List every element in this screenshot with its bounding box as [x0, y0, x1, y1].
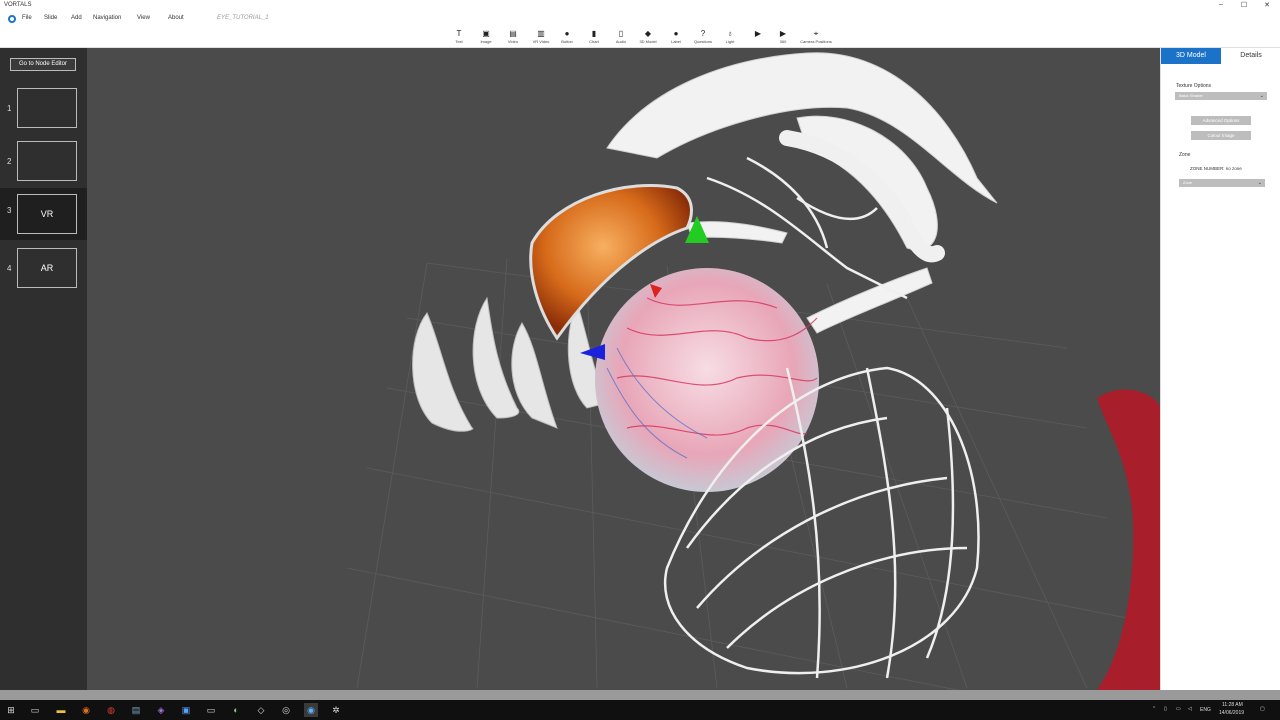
zone-select[interactable]: Zone ⌄: [1179, 179, 1265, 187]
taskbar: ⊞ ▭ ▬ ◉ ◍ ▤ ◈ ▣ ▭ ◐ ◇ ◎ ◉ ✲ ⌃ ▯ ▭ ◁ ENG …: [0, 700, 1280, 720]
menu-view[interactable]: View: [137, 15, 150, 21]
slide-number: 2: [7, 157, 12, 166]
notification-icon[interactable]: ▢: [1260, 706, 1265, 712]
tool-chart[interactable]: ▮ Chart: [581, 29, 607, 49]
vortals-taskbar-icon[interactable]: ◉: [304, 703, 318, 717]
youtube-360-icon: ▶: [779, 29, 787, 38]
eyeball-sphere: [595, 268, 819, 492]
steam-icon[interactable]: ◎: [279, 703, 293, 717]
tool-camera-positions[interactable]: ⌖ Camera Positions: [800, 29, 832, 49]
slide-number: 3: [7, 206, 12, 215]
texture-options-label: Texture Options: [1176, 83, 1212, 89]
visual-studio-icon[interactable]: ◈: [154, 703, 168, 717]
slide-number: 4: [7, 264, 12, 273]
3d-viewport[interactable]: [87, 48, 1160, 690]
tool-3d-model[interactable]: ◆ 3D Model: [635, 29, 661, 49]
tool-text[interactable]: T Text: [446, 29, 472, 49]
menu-about[interactable]: About: [168, 15, 184, 21]
slide-thumbnail[interactable]: VR: [17, 194, 77, 234]
tool-youtube[interactable]: ▶: [745, 29, 771, 49]
slide-thumbnail[interactable]: [17, 141, 77, 181]
texture-select[interactable]: Basic Shader ⌄: [1175, 92, 1267, 100]
network-icon[interactable]: ▭: [1176, 706, 1181, 712]
image-icon: ▣: [482, 29, 490, 38]
tool-label[interactable]: ● Label: [663, 29, 689, 49]
photoshop-icon[interactable]: ▣: [179, 703, 193, 717]
red-muscle: [1097, 389, 1160, 690]
menu-toolbar: File Slide Add Navigation View About EYE…: [0, 12, 1280, 48]
tool-video[interactable]: ▤ Video: [500, 29, 526, 49]
camera-positions-icon: ⌖: [813, 29, 819, 38]
slide-thumbnail[interactable]: AR: [17, 248, 77, 288]
slide-thumbnail[interactable]: [17, 88, 77, 128]
blender-icon[interactable]: ◉: [79, 703, 93, 717]
menu-slide[interactable]: Slide: [44, 15, 57, 21]
app-title: VORTALS: [4, 2, 32, 8]
windows-start-icon[interactable]: ⊞: [4, 703, 18, 717]
tab-3d-model[interactable]: 3D Model: [1161, 48, 1221, 64]
app-logo-icon: [8, 15, 16, 23]
label-icon: ●: [673, 29, 679, 38]
audio-icon: ▯: [618, 29, 624, 38]
android-studio-icon[interactable]: ◐: [229, 703, 243, 717]
menu-file[interactable]: File: [22, 15, 32, 21]
language-indicator[interactable]: ENG: [1200, 707, 1211, 713]
light-icon: ♁: [727, 29, 733, 38]
eye-model-scene: [346, 52, 1160, 690]
zone-number-text: ZONE NUMBER: no zone: [1190, 166, 1242, 171]
document-name: EYE_TUTORIAL_1: [217, 15, 269, 21]
tool-audio[interactable]: ▯ Audio: [608, 29, 634, 49]
tool-light[interactable]: ♁ Light: [717, 29, 743, 49]
unity-icon[interactable]: ◇: [254, 703, 268, 717]
tool-button[interactable]: ● Button: [554, 29, 580, 49]
video-icon: ▤: [509, 29, 517, 38]
clock-time[interactable]: 11:28 AM: [1222, 702, 1243, 708]
colour-image-button[interactable]: Colour Image: [1191, 131, 1251, 140]
3d-model-icon: ◆: [644, 29, 652, 38]
zone-label: Zone: [1179, 152, 1191, 158]
notepad-icon[interactable]: ▤: [129, 703, 143, 717]
chevron-down-icon: ⌄: [1257, 180, 1262, 186]
minimize-button[interactable]: –: [1214, 1, 1228, 11]
task-view-icon[interactable]: ▭: [28, 703, 42, 717]
close-button[interactable]: ✕: [1260, 1, 1274, 11]
text-icon: T: [456, 29, 462, 38]
horizontal-scrollbar[interactable]: [0, 690, 1280, 700]
chevron-down-icon: ⌄: [1259, 93, 1264, 99]
volume-icon[interactable]: ◁: [1188, 706, 1192, 712]
window-titlebar: VORTALS – ☐ ✕: [0, 0, 1280, 12]
button-icon: ●: [564, 29, 570, 38]
slide-item-2[interactable]: 2: [0, 141, 87, 194]
settings-icon[interactable]: ✲: [329, 703, 343, 717]
chrome-icon[interactable]: ◍: [104, 703, 118, 717]
lens-slices: [412, 296, 608, 432]
tray-arrow-icon[interactable]: ⌃: [1152, 706, 1156, 712]
menu-navigation[interactable]: Navigation: [93, 15, 121, 21]
tool-questions[interactable]: ? Questions: [690, 29, 716, 49]
chart-icon: ▮: [591, 29, 597, 38]
questions-icon: ?: [700, 29, 706, 38]
tool-image[interactable]: ▣ Image: [473, 29, 499, 49]
youtube-icon: ▶: [754, 29, 762, 38]
slide-item-1[interactable]: 1: [0, 88, 87, 141]
slide-item-3[interactable]: 3 VR: [0, 188, 87, 240]
vr-video-icon: ▥: [537, 29, 545, 38]
slide-item-4[interactable]: 4 AR: [0, 248, 87, 301]
app-icon[interactable]: ▭: [204, 703, 218, 717]
go-to-node-editor-button[interactable]: Go to Node Editor: [10, 58, 76, 71]
maximize-button[interactable]: ☐: [1237, 1, 1251, 11]
battery-icon[interactable]: ▯: [1164, 706, 1167, 712]
advanced-options-button[interactable]: Advanced Options: [1191, 116, 1251, 125]
file-explorer-icon[interactable]: ▬: [54, 703, 68, 717]
clock-date[interactable]: 14/06/2019: [1219, 710, 1244, 716]
tool-youtube-360[interactable]: ▶ 360: [770, 29, 796, 49]
tab-details[interactable]: Details: [1221, 48, 1280, 64]
tool-vr-video[interactable]: ▥ VR Video: [528, 29, 554, 49]
slide-number: 1: [7, 104, 12, 113]
menu-add[interactable]: Add: [71, 15, 82, 21]
slide-panel: Go to Node Editor 1 2 3 VR 4 AR: [0, 48, 87, 690]
properties-panel: 3D Model Details Texture Options Basic S…: [1160, 48, 1280, 690]
